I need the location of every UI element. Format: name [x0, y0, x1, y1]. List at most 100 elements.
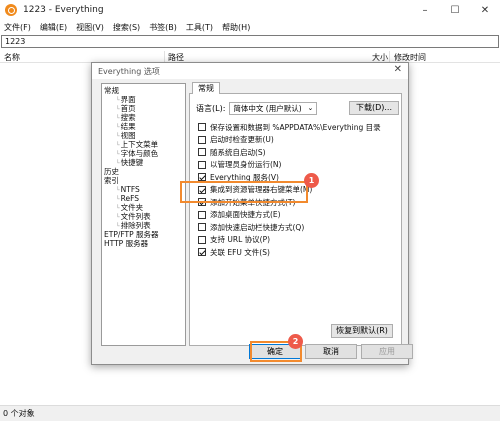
tree-item[interactable]: └搜索: [104, 113, 183, 122]
tree-item-label: 快捷键: [120, 158, 144, 167]
tab-general[interactable]: 常规: [192, 82, 220, 94]
menu-bookmarks[interactable]: 书签(B): [149, 22, 177, 33]
window-title: 1223 - Everything: [23, 5, 104, 15]
option-label: 保存设置和数据到 %APPDATA%\Everything 目录: [210, 122, 381, 132]
option-row[interactable]: 以管理员身份运行(N): [198, 160, 281, 170]
close-icon[interactable]: ✕: [470, 0, 500, 20]
menu-file[interactable]: 文件(F): [4, 22, 31, 33]
checkbox-unchecked-icon[interactable]: [198, 210, 206, 219]
tree-item[interactable]: HTTP 服务器: [104, 239, 183, 248]
apply-button[interactable]: 应用: [361, 344, 413, 359]
options-category-tree: 常规 └界面 └首页 └搜索 └结果 └视图 └上下文菜单 └字体与颜色 └快捷键 历史 索引 └NT…: [101, 83, 186, 346]
tree-item[interactable]: 历史: [104, 167, 183, 176]
general-settings-panel: 语言(L): 简体中文 (用户默认) ⌄ 下载(D)... 保存设置和数据到 %…: [189, 93, 402, 346]
tree-item[interactable]: └文件夹: [104, 203, 183, 212]
tree-branch-icon: └: [116, 214, 120, 221]
checkbox-unchecked-icon[interactable]: [198, 135, 206, 144]
tree-item-label: 文件列表: [120, 212, 151, 221]
tree-item-label: 结果: [120, 122, 136, 131]
menu-bar: 文件(F) 编辑(E) 视图(V) 搜索(S) 书签(B) 工具(T) 帮助(H…: [0, 20, 500, 34]
tree-item[interactable]: ETP/FTP 服务器: [104, 230, 183, 239]
download-language-button[interactable]: 下载(D)...: [349, 101, 399, 115]
minimize-icon[interactable]: –: [410, 0, 440, 20]
tree-item[interactable]: └快捷键: [104, 158, 183, 167]
tree-item-label: 常规: [104, 86, 119, 95]
tree-item-label: 索引: [104, 176, 119, 185]
maximize-icon[interactable]: ☐: [440, 0, 470, 20]
window-controls: – ☐ ✕: [410, 0, 500, 20]
column-name[interactable]: 名称: [4, 52, 20, 63]
tree-branch-icon: └: [116, 223, 120, 230]
tree-item[interactable]: 常规: [104, 86, 183, 95]
cancel-button[interactable]: 取消: [305, 344, 357, 359]
tree-item-label: 上下文菜单: [120, 140, 159, 149]
everything-app-icon: [5, 4, 17, 16]
option-row[interactable]: 添加桌面快捷方式(E): [198, 210, 281, 220]
checkbox-unchecked-icon[interactable]: [198, 148, 206, 156]
tree-item[interactable]: 索引: [104, 176, 183, 185]
tree-item-label: 视图: [120, 131, 136, 140]
option-label: 以管理员身份运行(N): [210, 160, 282, 169]
tree-branch-icon: └: [116, 115, 120, 122]
option-row[interactable]: 关联 EFU 文件(S): [198, 247, 270, 257]
tree-item[interactable]: └首页: [104, 104, 183, 113]
column-divider[interactable]: [164, 51, 165, 62]
checkbox-unchecked-icon[interactable]: [198, 235, 206, 244]
tree-item[interactable]: └NTFS: [104, 185, 183, 194]
tree-item-label: 搜索: [120, 113, 136, 122]
menu-edit[interactable]: 编辑(E): [40, 22, 67, 33]
tree-branch-icon: └: [116, 196, 120, 203]
column-divider[interactable]: [389, 51, 390, 62]
tree-item-label: NTFS: [120, 185, 140, 194]
option-label: 支持 URL 协议(P): [210, 235, 271, 244]
dialog-title-bar: Everything 选项 ✕: [92, 63, 408, 79]
step-badge-2: 2: [288, 334, 303, 349]
restore-defaults-button[interactable]: 恢复到默认(R): [331, 324, 393, 338]
option-row[interactable]: 启动时检查更新(U): [198, 135, 274, 145]
search-input[interactable]: 1223: [1, 35, 499, 48]
tree-branch-icon: └: [116, 187, 120, 194]
tree-item-label: 界面: [120, 95, 136, 104]
highlight-box-context-menu-option: [180, 181, 308, 203]
tree-item[interactable]: └界面: [104, 95, 183, 104]
tree-branch-icon: └: [116, 151, 120, 158]
menu-search[interactable]: 搜索(S): [113, 22, 140, 33]
tree-branch-icon: └: [116, 97, 120, 104]
checkbox-checked-icon[interactable]: [198, 173, 206, 181]
tree-branch-icon: └: [116, 142, 120, 149]
tree-branch-icon: └: [116, 133, 120, 140]
option-label: 添加快速启动栏快捷方式(Q): [210, 222, 305, 232]
tree-item[interactable]: └ReFS: [104, 194, 183, 203]
checkbox-unchecked-icon[interactable]: [198, 123, 206, 131]
tree-item[interactable]: └字体与颜色: [104, 149, 183, 158]
tree-item-label: 字体与颜色: [120, 149, 159, 158]
tree-item-label: 文件夹: [120, 203, 144, 212]
status-bar: 0 个对象: [0, 405, 500, 421]
language-select[interactable]: 简体中文 (用户默认) ⌄: [229, 102, 318, 115]
option-row[interactable]: 添加快速启动栏快捷方式(Q): [198, 222, 304, 232]
tree-item-label: ReFS: [120, 194, 140, 203]
tree-item[interactable]: └上下文菜单: [104, 140, 183, 149]
menu-help[interactable]: 帮助(H): [222, 22, 250, 33]
tree-item-label: ETP/FTP 服务器: [104, 230, 159, 239]
tree-item[interactable]: └文件列表: [104, 212, 183, 221]
title-bar: 1223 - Everything – ☐ ✕: [0, 0, 500, 20]
checkbox-checked-icon[interactable]: [198, 248, 206, 256]
tree-item[interactable]: └视图: [104, 131, 183, 140]
tree-branch-icon: └: [116, 124, 120, 131]
checkbox-unchecked-icon[interactable]: [198, 223, 206, 231]
option-label: 添加桌面快捷方式(E): [210, 210, 281, 219]
menu-tools[interactable]: 工具(T): [186, 22, 213, 33]
tree-branch-icon: └: [116, 160, 120, 167]
dialog-close-icon[interactable]: ✕: [394, 64, 402, 75]
tree-item[interactable]: └排除列表: [104, 221, 183, 230]
option-label: 关联 EFU 文件(S): [210, 247, 270, 257]
options-dialog: Everything 选项 ✕ 常规 └界面 └首页 └搜索 └结果 └视图 └上下文菜单 └…: [91, 62, 413, 365]
tree-item[interactable]: └结果: [104, 122, 183, 131]
option-row[interactable]: 随系统自启动(S): [198, 147, 266, 157]
option-row[interactable]: 支持 URL 协议(P): [198, 235, 270, 245]
menu-view[interactable]: 视图(V): [76, 22, 104, 33]
tree-branch-icon: └: [116, 106, 120, 113]
checkbox-unchecked-icon[interactable]: [198, 160, 206, 169]
option-row[interactable]: 保存设置和数据到 %APPDATA%\Everything 目录: [198, 122, 381, 132]
